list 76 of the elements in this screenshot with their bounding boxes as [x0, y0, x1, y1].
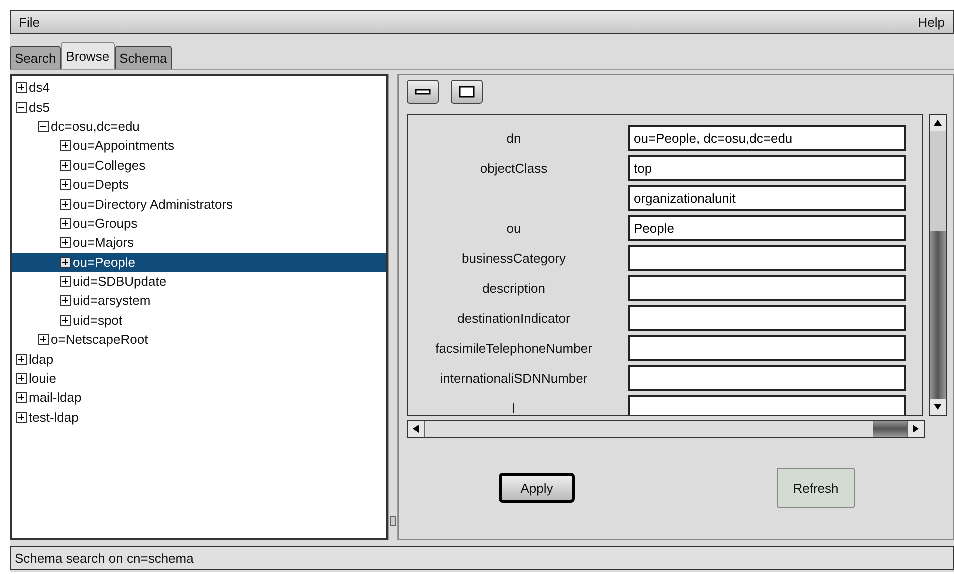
apply-button[interactable]: Apply [499, 473, 575, 503]
attribute-label: l [512, 400, 516, 415]
expand-icon[interactable] [60, 256, 71, 268]
tree-item[interactable]: ds4 [12, 78, 386, 98]
collapse-view-button[interactable] [407, 80, 439, 104]
expand-icon[interactable] [60, 295, 71, 306]
scroll-thumb[interactable] [873, 421, 907, 437]
scroll-left-icon[interactable] [408, 421, 424, 437]
tree-item[interactable]: mail-ldap [12, 388, 386, 408]
tree-item[interactable]: ldap [12, 349, 386, 369]
expand-icon[interactable] [16, 412, 27, 423]
vertical-scrollbar[interactable] [929, 114, 947, 416]
attribute-label: facsimileTelephoneNumber [436, 340, 592, 356]
expand-icon[interactable] [60, 140, 71, 152]
tree-item[interactable]: ou=Depts [12, 174, 386, 194]
attribute-label: dn [506, 130, 522, 146]
expand-icon[interactable] [60, 218, 71, 229]
expand-icon[interactable] [16, 373, 27, 384]
menu-item[interactable]: Help [916, 14, 947, 30]
menu-item[interactable]: File [17, 14, 42, 30]
attribute-label: destinationIndicator [458, 310, 570, 326]
attribute-label: businessCategory [462, 250, 566, 266]
minimize-icon [415, 88, 431, 96]
input-field[interactable] [628, 305, 906, 331]
expand-icon[interactable] [60, 198, 71, 210]
tree-item[interactable]: o=NetscapeRoot [12, 330, 386, 350]
collapse-icon[interactable] [16, 102, 27, 113]
tree-item[interactable]: ou=Colleges [12, 156, 386, 175]
collapse-icon[interactable] [38, 120, 49, 132]
scroll-thumb[interactable] [930, 231, 946, 399]
tree-item[interactable]: uid=arsystem [12, 291, 386, 311]
scroll-up-icon[interactable] [930, 115, 946, 131]
tree-item[interactable]: ou=People [12, 252, 386, 272]
tree-item[interactable]: uid=spot [12, 310, 386, 330]
expand-icon[interactable] [38, 334, 49, 346]
scroll-right-icon[interactable] [908, 421, 924, 437]
tree-item[interactable]: ou=Groups [12, 214, 386, 234]
input-field[interactable] [628, 395, 906, 415]
expand-icon[interactable] [16, 82, 27, 94]
expand-view-button[interactable] [451, 80, 483, 104]
input-field[interactable] [628, 245, 906, 271]
attribute-label: ou [506, 220, 522, 236]
input-field[interactable] [628, 335, 906, 361]
tab[interactable]: Schema [114, 46, 172, 69]
attribute-label: internationaliSDNNumber [440, 370, 588, 386]
expand-icon[interactable] [16, 392, 27, 404]
tab[interactable]: Search [10, 46, 62, 69]
status-text: Schema search on cn=schema [15, 550, 194, 566]
expand-icon[interactable] [60, 160, 71, 171]
input-field[interactable]: People [628, 215, 906, 241]
maximize-icon [459, 86, 475, 98]
splitter-handle[interactable] [390, 516, 396, 526]
input-field[interactable] [628, 275, 906, 301]
attribute-label: description [482, 280, 546, 296]
input-field[interactable]: organizationalunit [628, 185, 906, 211]
tree-item[interactable]: ou=Majors [12, 233, 386, 253]
refresh-button[interactable]: Refresh [777, 468, 855, 508]
tree-item[interactable]: ou=Appointments [12, 136, 386, 156]
horizontal-scrollbar[interactable] [407, 420, 925, 438]
tree-item[interactable]: dc=osu,dc=edu [12, 116, 386, 136]
tree-item[interactable]: uid=SDBUpdate [12, 272, 386, 292]
tree-item[interactable]: test-ldap [12, 408, 386, 428]
scroll-down-icon[interactable] [930, 399, 946, 415]
expand-icon[interactable] [60, 276, 71, 288]
tree-item[interactable]: ou=Directory Administrators [12, 194, 386, 214]
expand-icon[interactable] [60, 314, 71, 326]
input-field[interactable] [628, 365, 906, 391]
tree-item[interactable]: louie [12, 368, 386, 388]
tree-item[interactable]: ds5 [12, 97, 386, 117]
attribute-label: objectClass [480, 160, 548, 176]
input-field[interactable]: ou=People, dc=osu,dc=edu [628, 125, 906, 151]
input-field[interactable]: top [628, 155, 906, 181]
expand-icon[interactable] [16, 354, 27, 365]
tab[interactable]: Browse [61, 42, 115, 69]
expand-icon[interactable] [60, 237, 71, 248]
expand-icon[interactable] [60, 179, 71, 190]
